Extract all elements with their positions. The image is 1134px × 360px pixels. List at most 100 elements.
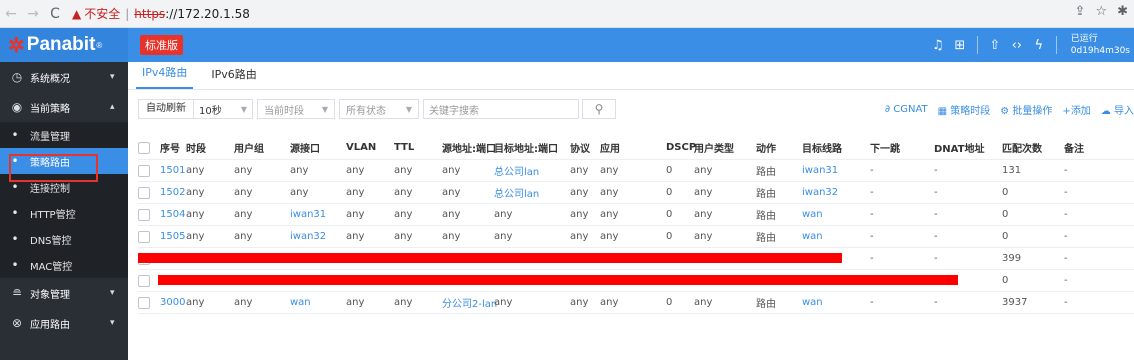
logo: ✲ Panabit ® bbox=[0, 28, 128, 62]
table-cell[interactable]: wan bbox=[290, 292, 311, 313]
sidebar-item-traffic-management[interactable]: • 流量管理 bbox=[0, 122, 128, 148]
row-checkbox[interactable] bbox=[138, 292, 150, 313]
refresh-interval-select[interactable]: 10秒 ▼ bbox=[194, 100, 252, 118]
table-cell[interactable]: iwan31 bbox=[290, 204, 326, 225]
search-button[interactable]: ⚲ bbox=[582, 99, 616, 119]
table-cell[interactable]: wan bbox=[802, 226, 823, 247]
table-cell[interactable]: wan bbox=[802, 204, 823, 225]
table-cell[interactable]: 1501 bbox=[160, 160, 185, 181]
table-cell[interactable]: 分公司2-lan bbox=[442, 292, 497, 313]
table-cell[interactable]: any bbox=[442, 160, 460, 181]
checkbox-box bbox=[138, 141, 150, 154]
checkbox-box bbox=[138, 230, 150, 243]
column-header: 目标地址:端口 bbox=[494, 144, 558, 155]
search-input[interactable]: 关键字搜索 bbox=[423, 99, 579, 119]
row-checkbox[interactable] bbox=[138, 182, 150, 203]
table-cell[interactable]: 3000 bbox=[160, 292, 185, 313]
gear-icon: ⚙ bbox=[1000, 105, 1010, 117]
time-period-select[interactable]: 当前时段 ▼ bbox=[257, 99, 335, 119]
batch-operation-button[interactable]: ⚙ 批量操作 bbox=[1000, 102, 1052, 117]
row-checkbox[interactable] bbox=[138, 270, 150, 291]
table-cell: - bbox=[934, 165, 938, 176]
table-cell: - bbox=[870, 253, 874, 264]
row-checkbox[interactable] bbox=[138, 204, 150, 225]
bookmark-star-icon[interactable]: ☆ bbox=[1095, 4, 1107, 19]
table-cell[interactable]: any bbox=[494, 226, 512, 247]
table-row[interactable]: --0- bbox=[138, 270, 1134, 292]
row-checkbox[interactable] bbox=[138, 226, 150, 247]
table-row[interactable]: 1504 any any iwan31 any any any any any any 0 any 路由… bbox=[138, 204, 1134, 226]
logo-trademark: ® bbox=[96, 40, 103, 50]
grid-icon[interactable]: ⊞ bbox=[949, 38, 971, 53]
sidebar-item-object-management[interactable]: ≘ 对象管理 ▾ bbox=[0, 278, 128, 308]
table-cell[interactable]: iwan32 bbox=[802, 182, 838, 203]
reload-icon[interactable]: C bbox=[44, 3, 66, 25]
table-cell[interactable]: any bbox=[290, 160, 308, 181]
back-icon[interactable]: ← bbox=[0, 3, 22, 25]
table-cell: 0 bbox=[666, 297, 673, 308]
table-cell: - bbox=[870, 231, 874, 242]
row-checkbox[interactable] bbox=[138, 160, 150, 181]
table-cell[interactable]: 1502 bbox=[160, 182, 185, 203]
main-content: IPv4路由 IPv6路由 自动刷新 10秒 ▼ 当前时段 ▼ 所有状态 ▼ 关… bbox=[128, 62, 1134, 360]
status-select[interactable]: 所有状态 ▼ bbox=[339, 99, 419, 119]
forward-icon[interactable]: → bbox=[22, 3, 44, 25]
table-row[interactable]: - - 399 - bbox=[138, 248, 1134, 270]
column-header: 备注 bbox=[1064, 144, 1084, 155]
upload-icon[interactable]: ⇧ bbox=[984, 38, 1006, 53]
code-icon[interactable]: ‹› bbox=[1006, 38, 1028, 53]
table-cell: any bbox=[186, 297, 205, 308]
table-cell: any bbox=[394, 297, 413, 308]
auto-refresh-button[interactable]: 自动刷新 bbox=[139, 100, 194, 118]
table-cell[interactable]: iwan32 bbox=[290, 226, 326, 247]
sidebar-item-current-policy[interactable]: ◉ 当前策略 ▴ bbox=[0, 92, 128, 122]
table-cell[interactable]: any bbox=[290, 182, 308, 203]
sidebar-item-http-control[interactable]: • HTTP管控 bbox=[0, 200, 128, 226]
sidebar-item-dns-control[interactable]: • DNS管控 bbox=[0, 226, 128, 252]
policy-schedule-button[interactable]: ▦ 策略时段 bbox=[938, 102, 991, 117]
table-cell[interactable]: any bbox=[442, 182, 460, 203]
table-cell: any bbox=[694, 209, 713, 220]
table-cell[interactable]: 总公司lan bbox=[494, 182, 539, 203]
tab-ipv4-routing[interactable]: IPv4路由 bbox=[136, 64, 194, 89]
table-cell[interactable]: any bbox=[442, 226, 460, 247]
add-button[interactable]: +添加 bbox=[1062, 102, 1090, 117]
table-cell: - bbox=[870, 209, 874, 220]
sidebar-item-label: 应用路由 bbox=[30, 319, 70, 331]
bell-icon[interactable]: ♫ bbox=[927, 38, 949, 53]
share-icon[interactable]: ⇪ bbox=[1075, 4, 1086, 19]
sidebar-item-system-overview[interactable]: ◷ 系统概况 ▾ bbox=[0, 62, 128, 92]
cgnat-button[interactable]: ∂ CGNAT bbox=[885, 104, 928, 115]
column-header: 动作 bbox=[756, 144, 776, 155]
select-all-checkbox[interactable] bbox=[138, 136, 150, 159]
sidebar: ◷ 系统概况 ▾ ◉ 当前策略 ▴ • 流量管理 • 策略路由 • 连接控制 •… bbox=[0, 62, 128, 360]
table-cell[interactable]: 1504 bbox=[160, 204, 185, 225]
table-cell[interactable]: wan bbox=[802, 292, 823, 313]
table-cell: any bbox=[186, 209, 205, 220]
table-row[interactable]: 1501 any any any any any any 总公司lan any any 0 any 路由… bbox=[138, 160, 1134, 182]
table-row[interactable]: 1502 any any any any any any 总公司lan any any 0 any 路由… bbox=[138, 182, 1134, 204]
tab-ipv6-routing[interactable]: IPv6路由 bbox=[205, 66, 262, 89]
table-row[interactable]: 3000 any any wan any any 分公司2-lan any any any 0 any… bbox=[138, 292, 1134, 314]
table-cell[interactable]: any bbox=[494, 204, 512, 225]
sidebar-item-app-routing[interactable]: ⊗ 应用路由 ▾ bbox=[0, 308, 128, 338]
address-bar[interactable]: ▲ 不安全 | https ://172.20.1.58 bbox=[72, 5, 250, 22]
import-button[interactable]: ☁ 导入 bbox=[1101, 102, 1134, 117]
table-cell[interactable]: 1505 bbox=[160, 226, 185, 247]
column-header: 下一跳 bbox=[870, 144, 900, 155]
highlight-box bbox=[9, 154, 98, 182]
table-cell: - bbox=[870, 187, 874, 198]
runtime-label: 已运行 bbox=[1070, 34, 1098, 44]
table-row[interactable]: 1505 any any iwan32 any any any any any any 0 any 路由… bbox=[138, 226, 1134, 248]
extensions-icon[interactable]: ✱ bbox=[1117, 4, 1128, 19]
table-cell: - bbox=[870, 297, 874, 308]
table-cell: 路由 bbox=[756, 233, 776, 244]
sidebar-item-mac-control[interactable]: • MAC管控 bbox=[0, 252, 128, 278]
table-header-row: 序号 时段 用户组 源接口 VLAN TTL 源地址:端口 目标地址:端口 协议 应用 DSCP 用户… bbox=[138, 136, 1134, 160]
table-cell: any bbox=[234, 209, 253, 220]
table-cell[interactable]: any bbox=[442, 204, 460, 225]
table-cell[interactable]: any bbox=[494, 292, 512, 313]
table-cell[interactable]: iwan31 bbox=[802, 160, 838, 181]
table-cell[interactable]: 总公司lan bbox=[494, 160, 539, 181]
flash-icon[interactable]: ϟ bbox=[1028, 38, 1050, 53]
